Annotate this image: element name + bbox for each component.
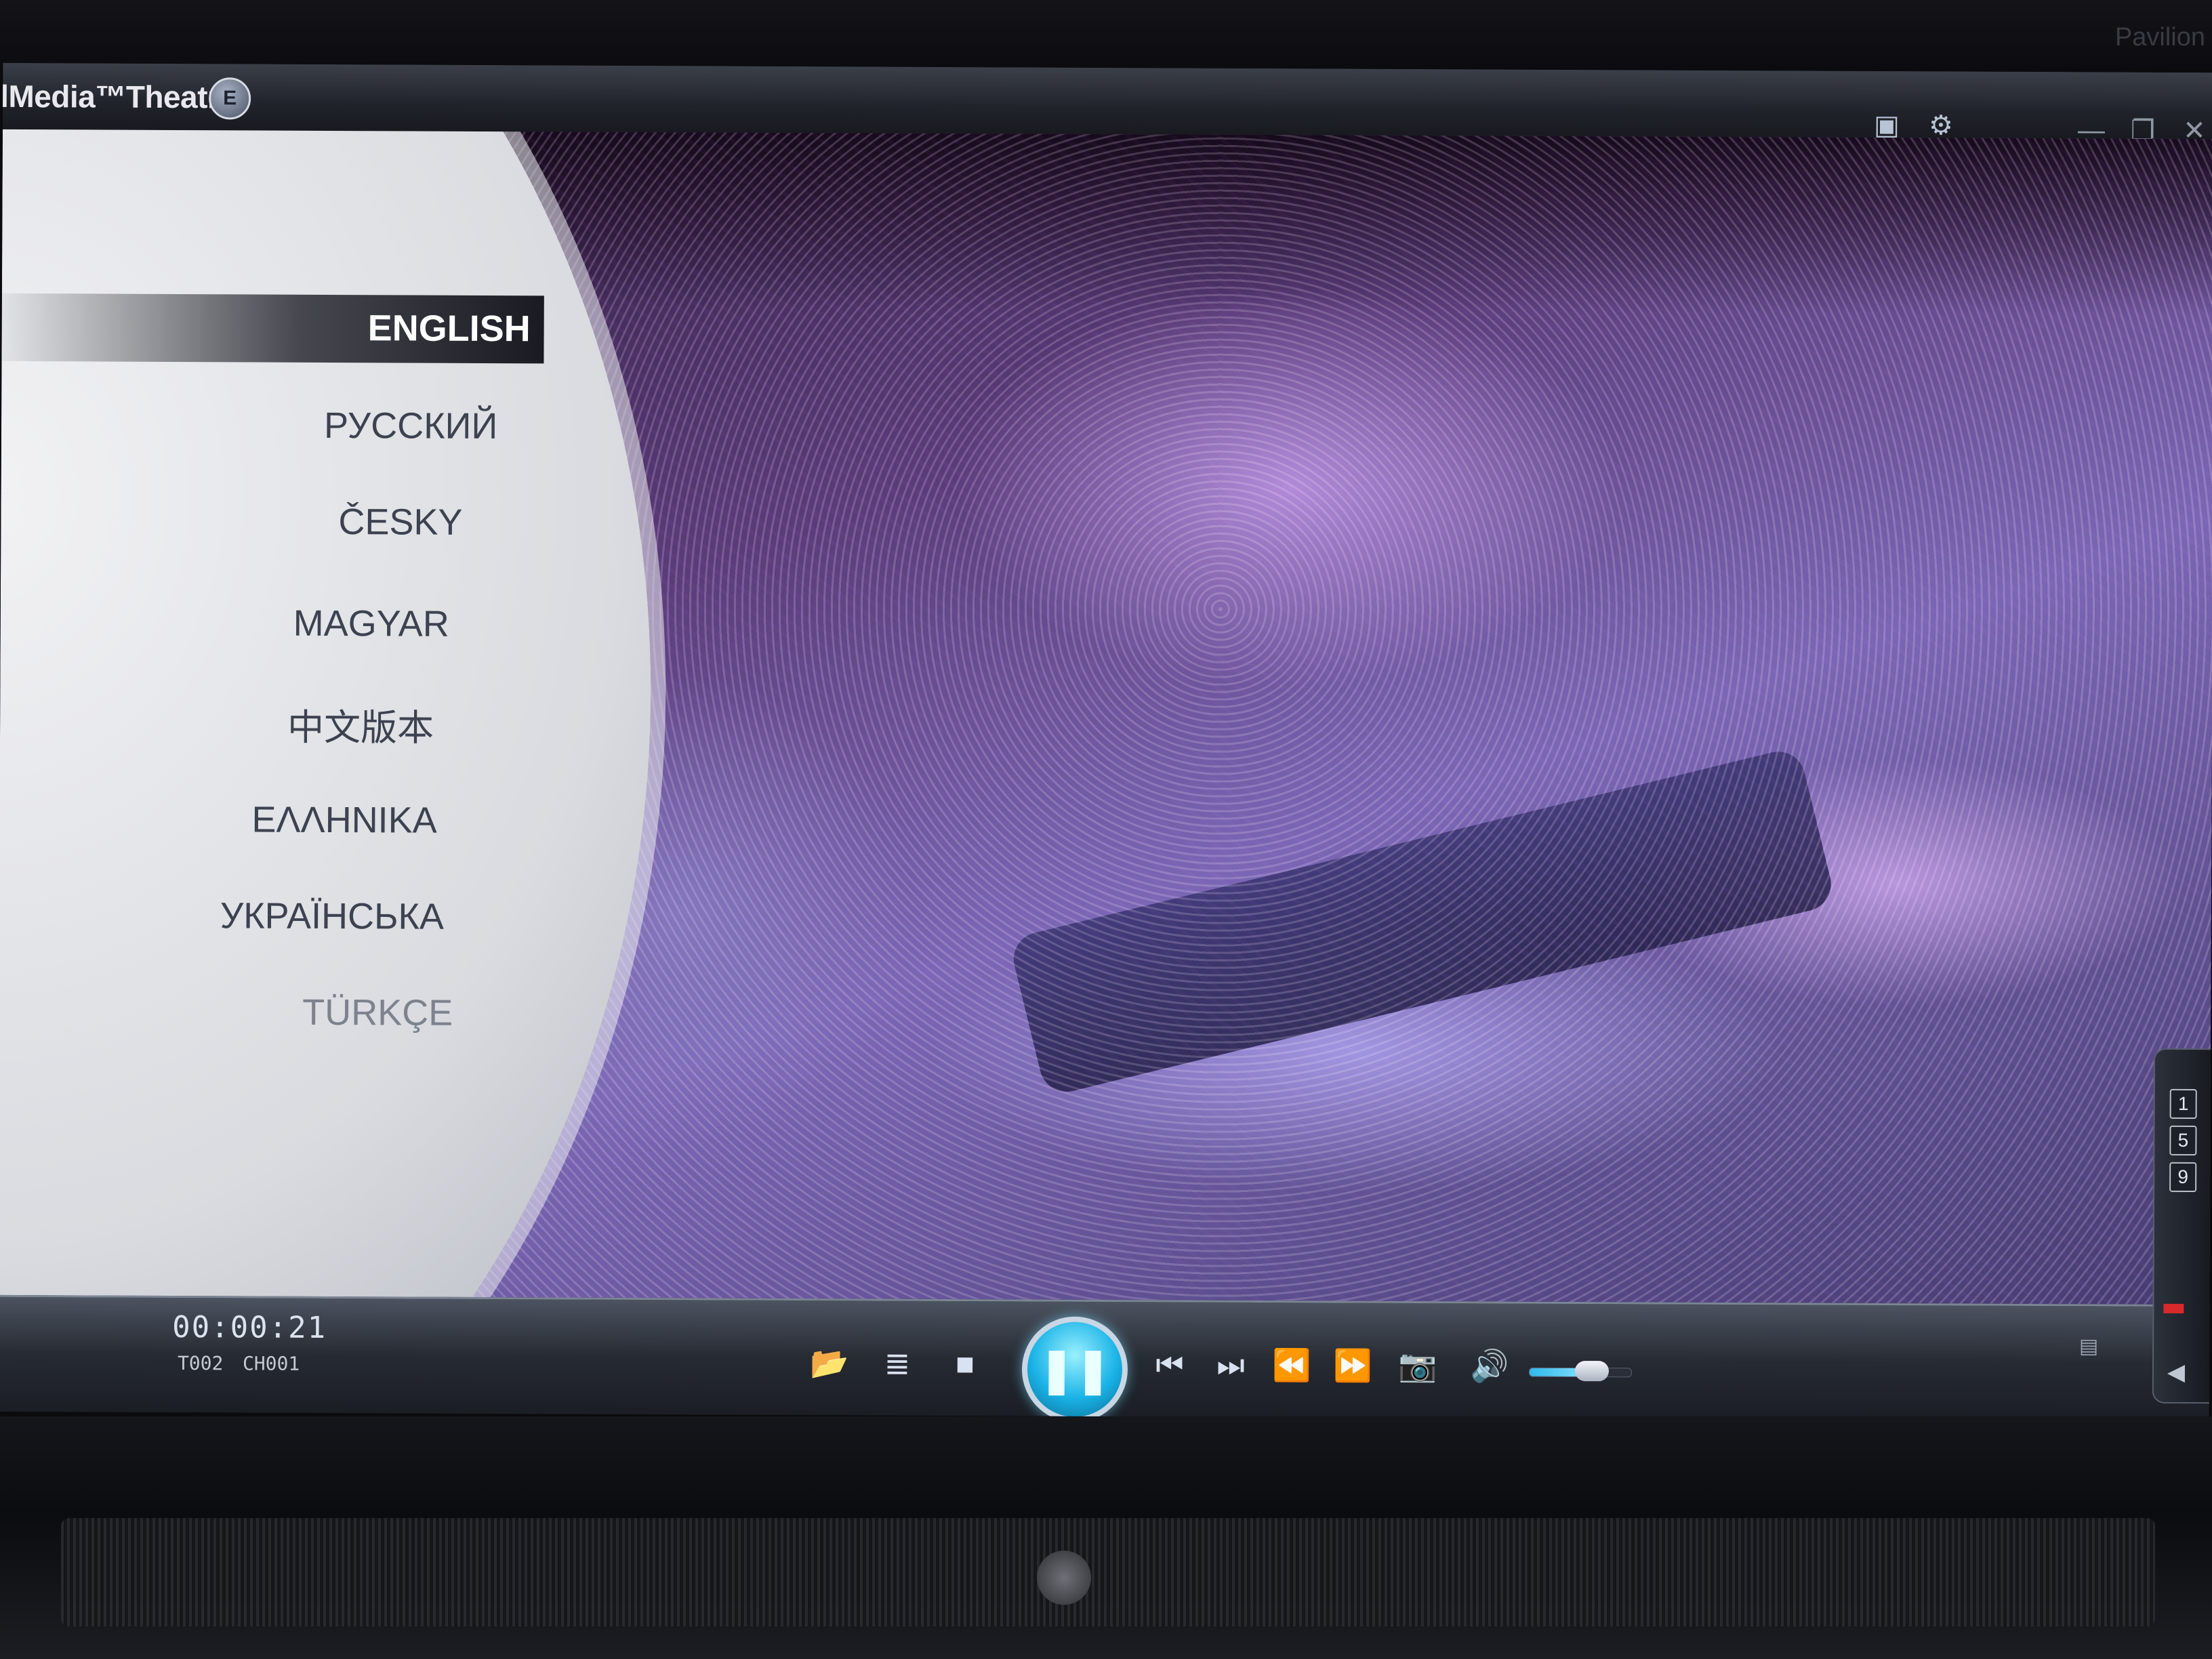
laptop-bezel-top: Pavilion (0, 0, 2212, 68)
pause-icon: ❚❚ (1038, 1345, 1111, 1395)
title-bar: lMedia™Theatre E ▣ ⚙ — ❐ ✕ (0, 62, 2212, 146)
video-area[interactable]: ENGLISH РУССКИЙ ČESKY MAGYAR 中文版本 ΕΛΛΗΝΙ… (0, 129, 2212, 1305)
side-panel: 1 5 9 ◀ (2152, 1048, 2212, 1404)
title-number: 002 (188, 1352, 224, 1375)
title-indicator: T002 (178, 1352, 224, 1374)
language-czech[interactable]: ČESKY (338, 501, 462, 544)
edition-badge[interactable]: E (208, 77, 251, 120)
pause-button[interactable]: ❚❚ (1021, 1316, 1128, 1422)
fast-forward-icon[interactable]: ⏩ (1332, 1345, 1373, 1385)
app-title: lMedia™Theatre (0, 78, 237, 115)
side-collapse-arrow-icon[interactable]: ◀ (2167, 1359, 2185, 1386)
side-number-9[interactable]: 9 (2169, 1162, 2197, 1193)
brand-label: Pavilion (2114, 23, 2205, 52)
previous-icon[interactable]: ⏮ (1149, 1344, 1190, 1385)
language-greek[interactable]: ΕΛΛΗΝΙΚΑ (251, 799, 436, 842)
language-chinese[interactable]: 中文版本 (287, 697, 434, 752)
time-display: 00:00:21 (172, 1309, 327, 1345)
open-folder-icon[interactable]: 📂 (809, 1343, 850, 1383)
language-turkish[interactable]: TÜRKÇE (302, 991, 453, 1034)
language-ukrainian[interactable]: УКРАЇНСЬКА (220, 895, 444, 937)
next-icon[interactable]: ⏭ (1210, 1345, 1251, 1385)
rewind-icon[interactable]: ⏪ (1271, 1345, 1312, 1385)
language-menu: ENGLISH РУССКИЙ ČESKY MAGYAR 中文版本 ΕΛΛΗΝΙ… (0, 129, 545, 1297)
volume-icon[interactable]: 🔊 (1469, 1345, 1510, 1386)
chapter-number: 001 (265, 1352, 300, 1375)
screen: lMedia™Theatre E ▣ ⚙ — ❐ ✕ ENGLISH РУССК… (0, 62, 2212, 1422)
stop-icon[interactable]: ■ (945, 1343, 985, 1384)
side-record-indicator (2163, 1303, 2184, 1313)
volume-slider-knob[interactable] (1574, 1361, 1610, 1382)
chapter-indicator: CH001 (243, 1352, 300, 1374)
control-bar: 00:00:21 T002 CH001 📂 ≣ ■ ❚❚ ⏮ ⏭ ⏪ ⏩ 📷 🔊… (0, 1294, 2210, 1422)
snapshot-camera-icon[interactable]: 📷 (1397, 1345, 1438, 1386)
side-number-5[interactable]: 5 (2169, 1125, 2197, 1156)
language-hungarian[interactable]: MAGYAR (293, 602, 449, 645)
title-label: T (177, 1352, 189, 1375)
speaker-grille (61, 1518, 2155, 1626)
language-russian[interactable]: РУССКИЙ (324, 405, 497, 447)
chat-icon[interactable]: ▤ (2075, 1333, 2102, 1360)
side-number-1[interactable]: 1 (2169, 1088, 2197, 1120)
chapter-label: CH (242, 1352, 266, 1375)
language-english[interactable]: ENGLISH (368, 307, 531, 350)
hp-logo (1037, 1551, 1091, 1605)
playlist-icon[interactable]: ≣ (877, 1343, 918, 1384)
